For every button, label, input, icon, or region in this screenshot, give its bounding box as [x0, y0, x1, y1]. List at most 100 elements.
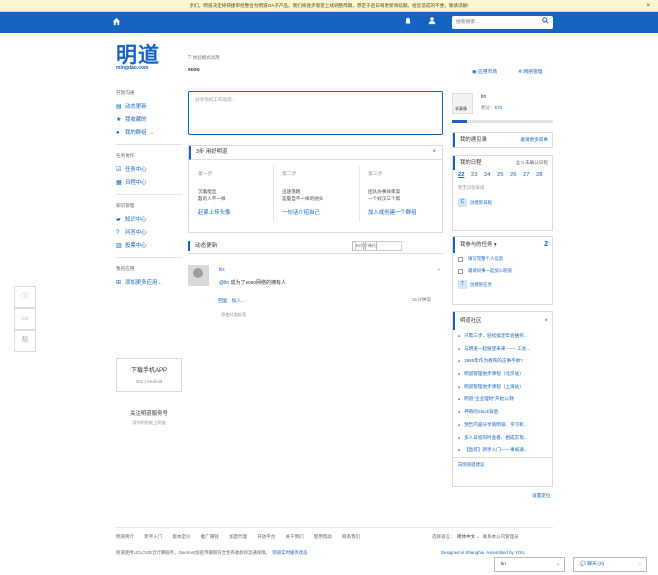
footer-link[interactable]: 使用帮助	[314, 534, 332, 539]
post-placeholder[interactable]: 分享你的工作动态...	[189, 92, 442, 108]
info-icon[interactable]: ⓘ	[14, 286, 36, 308]
day-item[interactable]: 26	[510, 172, 523, 178]
community-item[interactable]: 只需三步，轻松搞定年会抽奖...	[453, 330, 552, 343]
bell-icon[interactable]	[404, 17, 412, 27]
close-icon[interactable]: ×	[544, 312, 548, 330]
community-item[interactable]: 1985年作为教育的这事不帅?	[453, 355, 552, 368]
feedback-link[interactable]: 向明道提建议	[453, 456, 552, 471]
calendar-icon: ▦	[116, 180, 122, 186]
post-composer[interactable]: 分享你的工作动态...	[188, 91, 443, 135]
search-icon[interactable]	[542, 17, 549, 26]
download-app-box[interactable]: 下载手机APP iOS | Android	[116, 358, 182, 392]
day-item[interactable]: 28	[536, 172, 549, 178]
footer-link[interactable]: 加盟代理	[229, 534, 247, 539]
day-item[interactable]: 27	[523, 172, 536, 178]
community-item[interactable]: 多人日程同时查看、相成实现...	[453, 432, 552, 445]
reply-link[interactable]: 回复 加入...	[218, 297, 245, 304]
footer-link[interactable]: 联系我们	[342, 534, 360, 539]
day-item[interactable]: 25	[497, 172, 510, 178]
task-item[interactable]: 填写完整个人信息	[453, 253, 552, 265]
community-item[interactable]: 明道管理进步课程（北京站）	[453, 368, 552, 381]
sidebar-section-title: 知识管理	[116, 203, 135, 208]
user-icon[interactable]	[428, 16, 436, 27]
footer-link[interactable]: 明道简介	[116, 534, 134, 539]
card-icon[interactable]: ▭	[14, 308, 36, 330]
set-position-link[interactable]: 设置定位	[532, 493, 550, 499]
task-item[interactable]: 邀请同事一起加入明道	[453, 265, 552, 277]
shield-icon: ⛉	[188, 55, 192, 60]
sidebar-item-groups[interactable]: ● 我的群组 ⌄	[116, 127, 182, 140]
community-item[interactable]: 预告内容分享到明道、学习彰...	[453, 419, 552, 432]
join-group-link[interactable]: 加入或创建一个群组	[368, 208, 440, 216]
help-icon[interactable]: 帮	[14, 330, 36, 352]
new-event-button[interactable]: C 创建新日程	[453, 198, 552, 207]
sidebar-item-tasks[interactable]: ☑ 任务中心	[116, 164, 182, 177]
day-item[interactable]: 24	[484, 172, 497, 178]
add-tag-link[interactable]: 添加分类标签	[221, 312, 246, 318]
network-admin-link[interactable]: ✲ 网络管理	[518, 68, 543, 75]
profile-card: 求真像 lin 积分：570	[452, 91, 553, 125]
day-item[interactable]: 23	[471, 172, 484, 178]
points-progress-bar	[452, 120, 553, 123]
tasks-title[interactable]: 我参与的任务 ▾	[460, 242, 497, 248]
feed-icon: ▤	[116, 104, 122, 110]
search-input[interactable]	[452, 16, 536, 29]
community-item[interactable]: 明道管理进步课程（上海站）	[453, 381, 552, 394]
follow-sub: 用你的智能上明道	[132, 420, 166, 425]
sidebar-item-feed[interactable]: ▤ 动态更新	[116, 101, 182, 114]
intro-self-link[interactable]: 一句话介绍自己	[282, 208, 354, 216]
pending-events[interactable]: ⎙ 0 未确认日程	[516, 156, 548, 170]
global-search[interactable]	[452, 16, 553, 29]
footer-link[interactable]: 推广赚钱	[201, 534, 219, 539]
footer-link[interactable]: 关于我们	[286, 534, 304, 539]
community-item[interactable]: 【直贫】新手入门——事如通...	[453, 444, 552, 457]
sidebar-item-add-app[interactable]: ⊞ 添加更多应用...	[116, 277, 182, 290]
follow-service-account[interactable]: 关注明道服务号 用你的智能上明道	[116, 409, 182, 426]
footer-link[interactable]: 新手入门	[144, 534, 162, 539]
tasks-box: 我参与的任务 ▾ 2 填写完整个人信息 邀请同事一起加入明道 T 创建新任务	[452, 236, 553, 305]
sidebar-item-vote[interactable]: ▥ 投票中心	[116, 240, 182, 253]
download-platforms[interactable]: iOS | Android	[117, 379, 181, 384]
invite-colleagues-link[interactable]: 邀请更多同事	[520, 133, 548, 147]
community-item[interactable]: 明道"企业理财"开始公测!	[453, 393, 552, 406]
chat-button[interactable]: 💬 聊天 (0) ⌄	[573, 557, 647, 572]
home-icon[interactable]	[112, 17, 121, 28]
chat-self[interactable]: lin ⌄	[494, 557, 565, 572]
feed-title: 动态更新	[188, 241, 217, 251]
contact-admin-link[interactable]: 联系本公司管理员	[483, 534, 519, 539]
entry-author[interactable]: lin:	[219, 267, 225, 273]
service-status-link[interactable]: 明道实时服务状态	[272, 550, 307, 555]
announcement-bar: 亲们，明道决定将快捷审批整合为明道OA子产品。我们将逐步观望上线调整周期，原定于…	[0, 0, 658, 12]
profile-name[interactable]: lin	[481, 94, 486, 100]
left-dock: ⓘ ▭ 帮	[14, 286, 36, 352]
upload-avatar-link[interactable]: 赶紧上传头像	[198, 208, 270, 216]
avatar[interactable]: 求真像	[452, 93, 473, 114]
footer-link[interactable]: 版本定价	[173, 534, 191, 539]
tasks-count[interactable]: 2	[544, 237, 548, 253]
language-selector[interactable]: 选择语言： 简体中文 ⌄ 联系本公司管理员	[432, 534, 519, 540]
app-market-link[interactable]: ▣ 应用市场	[472, 68, 497, 75]
printer-icon: ⎙	[516, 160, 520, 165]
task-checkbox[interactable]	[458, 268, 463, 274]
sidebar-item-favorites[interactable]: ★ 我收藏的	[116, 114, 182, 127]
day-item[interactable]: 22	[458, 172, 471, 178]
week-days: 22 23 24 25 26 27 28	[453, 172, 552, 178]
sidebar-item-calendar[interactable]: ▦ 日程中心	[116, 177, 182, 190]
mingdao-logo[interactable]: 明道 mingdao.com	[116, 44, 160, 71]
chevron-down-icon[interactable]: ⌄	[150, 127, 155, 140]
company-name: soso	[188, 67, 200, 73]
new-task-button[interactable]: T 创建新任务	[453, 280, 552, 289]
sidebar-item-knowledge[interactable]: ▰ 知识中心	[116, 214, 182, 227]
footer-divider	[116, 527, 553, 528]
community-item[interactable]: 与明道一起展望未来 —— 工会...	[453, 343, 552, 356]
chevron-down-icon[interactable]: ⌄	[437, 266, 441, 272]
community-item[interactable]: 神奇的Slack背后	[453, 406, 552, 419]
close-icon[interactable]: ×	[432, 146, 436, 159]
feed-search-input[interactable]: 搜索动态	[355, 241, 402, 251]
footer-link[interactable]: 开放平台	[257, 534, 275, 539]
sidebar-item-qa[interactable]: ? 问答中心	[116, 227, 182, 240]
close-icon[interactable]: ×	[646, 0, 650, 12]
task-checkbox[interactable]	[458, 256, 463, 262]
avatar[interactable]	[188, 265, 209, 286]
join-link[interactable]: 加入...	[232, 299, 246, 304]
